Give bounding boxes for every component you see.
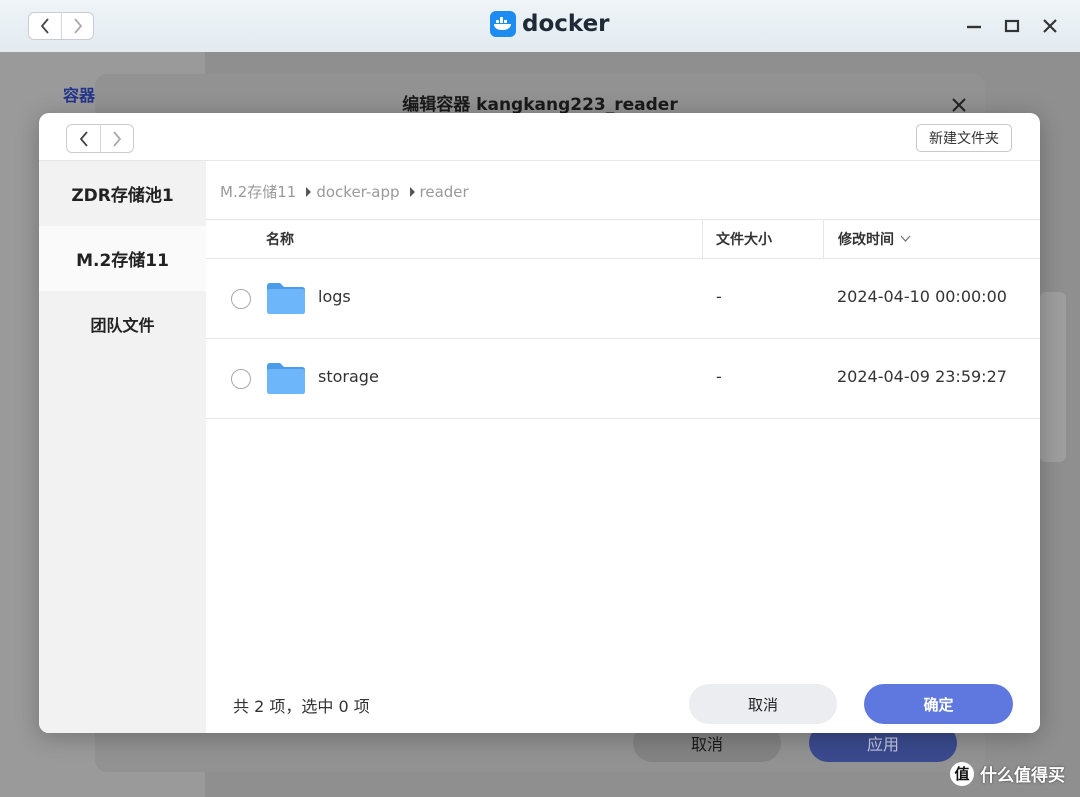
chevron-right-icon bbox=[73, 18, 82, 34]
close-window-button[interactable] bbox=[1040, 14, 1060, 38]
new-folder-button[interactable]: 新建文件夹 bbox=[916, 124, 1012, 152]
sidebar-item-team-files[interactable]: 团队文件 bbox=[39, 291, 206, 356]
file-table-header: 名称 文件大小 修改时间 bbox=[206, 219, 1040, 259]
docker-whale-icon bbox=[490, 11, 516, 37]
storage-sidebar: ZDR存储池1 M.2存储11 团队文件 bbox=[39, 161, 206, 733]
close-icon bbox=[952, 98, 966, 112]
app-title-text: docker bbox=[522, 11, 610, 37]
table-row[interactable]: storage - 2024-04-09 23:59:27 bbox=[206, 339, 1040, 419]
forward-button[interactable] bbox=[61, 13, 93, 39]
chevron-right-icon bbox=[113, 130, 122, 147]
row-select-radio[interactable] bbox=[231, 289, 251, 309]
selection-count: 共 2 项，选中 0 项 bbox=[233, 697, 370, 716]
watermark: 值 什么值得买 bbox=[950, 761, 1065, 786]
file-name: storage bbox=[318, 367, 379, 386]
folder-icon bbox=[267, 363, 305, 394]
file-size: - bbox=[716, 367, 722, 386]
picker-nav-buttons bbox=[66, 124, 134, 153]
close-icon bbox=[1043, 19, 1057, 33]
file-modified: 2024-04-09 23:59:27 bbox=[837, 367, 1007, 386]
app-titlebar: docker bbox=[0, 0, 1080, 52]
chevron-down-icon bbox=[900, 235, 911, 242]
row-select-radio[interactable] bbox=[231, 369, 251, 389]
chevron-left-icon bbox=[40, 18, 49, 34]
column-header-name[interactable]: 名称 bbox=[266, 220, 294, 258]
minimize-icon bbox=[967, 25, 981, 29]
column-header-modified-label: 修改时间 bbox=[838, 232, 894, 248]
column-header-size[interactable]: 文件大小 bbox=[702, 220, 823, 258]
maximize-button[interactable] bbox=[1002, 14, 1022, 38]
chevron-left-icon bbox=[79, 130, 88, 147]
app-title: docker bbox=[490, 11, 610, 37]
folder-icon bbox=[267, 283, 305, 314]
table-row[interactable]: logs - 2024-04-10 00:00:00 bbox=[206, 259, 1040, 339]
sidebar-item-zdr-pool[interactable]: ZDR存储池1 bbox=[39, 161, 206, 226]
watermark-text: 什么值得买 bbox=[980, 766, 1065, 786]
column-header-size-label: 文件大小 bbox=[716, 232, 772, 248]
back-button[interactable] bbox=[29, 13, 61, 39]
breadcrumb-separator-icon bbox=[409, 186, 415, 197]
watermark-badge: 值 bbox=[950, 761, 974, 786]
picker-header: 新建文件夹 bbox=[39, 113, 1040, 161]
column-header-modified[interactable]: 修改时间 bbox=[823, 220, 1040, 258]
file-name: logs bbox=[318, 287, 351, 306]
breadcrumb-item[interactable]: M.2存储11 bbox=[220, 181, 296, 202]
file-size: - bbox=[716, 287, 722, 306]
breadcrumb-item[interactable]: reader bbox=[420, 183, 469, 201]
edit-dialog-title: 编辑容器 kangkang223_reader bbox=[402, 95, 678, 115]
breadcrumb-separator-icon bbox=[306, 186, 312, 197]
file-modified: 2024-04-10 00:00:00 bbox=[837, 287, 1007, 306]
picker-back-button[interactable] bbox=[67, 125, 100, 152]
folder-picker-dialog: 新建文件夹 ZDR存储池1 M.2存储11 团队文件 M.2存储11 docke… bbox=[39, 113, 1040, 733]
confirm-button[interactable]: 确定 bbox=[864, 684, 1013, 724]
breadcrumb: M.2存储11 docker-app reader bbox=[220, 181, 469, 202]
window-controls bbox=[964, 14, 1060, 38]
breadcrumb-item[interactable]: docker-app bbox=[316, 183, 399, 201]
maximize-icon bbox=[1004, 19, 1020, 33]
minimize-button[interactable] bbox=[964, 14, 984, 38]
app-sidebar-label: 容器 bbox=[63, 86, 96, 105]
picker-footer: 共 2 项，选中 0 项 取消 确定 bbox=[206, 673, 1040, 733]
picker-forward-button[interactable] bbox=[100, 125, 133, 152]
cancel-button[interactable]: 取消 bbox=[689, 684, 837, 724]
sidebar-item-m2-storage[interactable]: M.2存储11 bbox=[39, 226, 206, 291]
docker-app-window: 容器 docker 编辑容器 kangkang223_reader 取消 应用 … bbox=[0, 0, 1080, 797]
app-nav-buttons bbox=[28, 12, 94, 40]
background-panel-edge bbox=[1040, 292, 1066, 462]
